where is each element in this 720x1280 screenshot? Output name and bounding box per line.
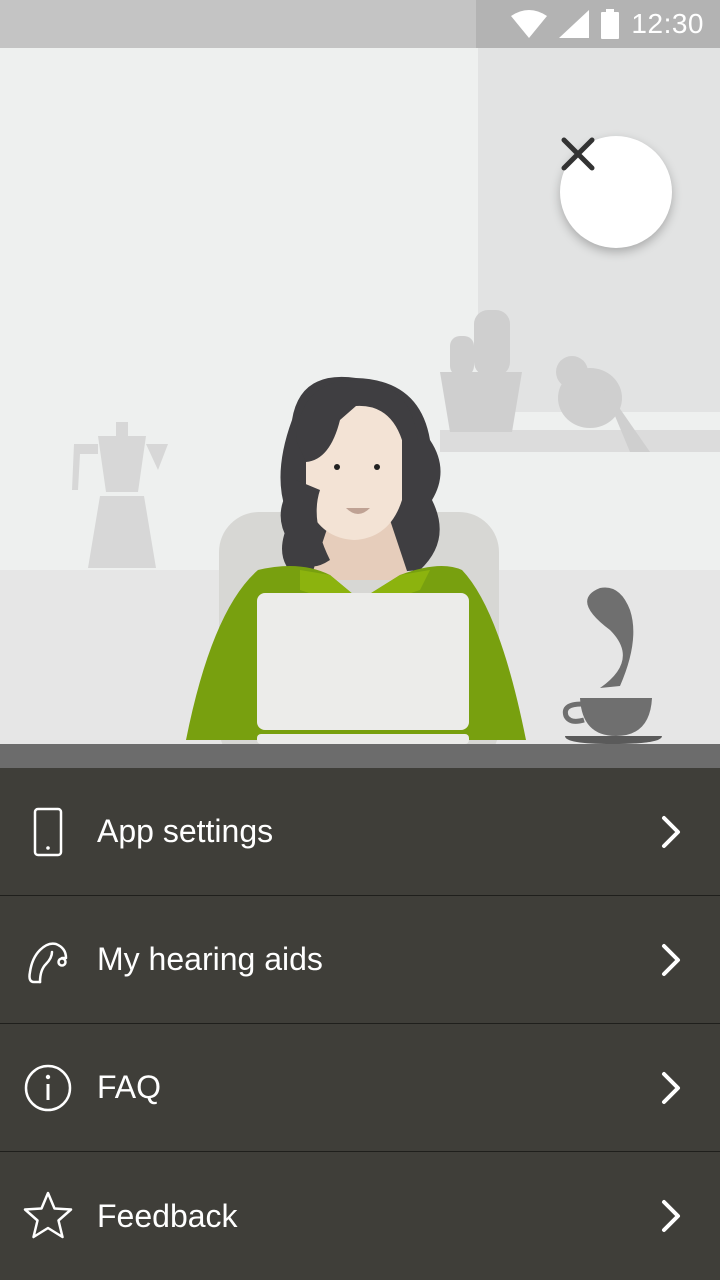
hearing-aid-icon	[28, 942, 68, 984]
status-time: 12:30	[631, 8, 704, 39]
menu-item-label: FAQ	[97, 1069, 162, 1105]
hero-illustration	[0, 48, 720, 768]
signal-icon	[559, 10, 590, 38]
battery-icon	[601, 9, 620, 39]
wifi-icon	[511, 10, 548, 38]
menu-list: App settings My hearing aids FAQ Feedbac…	[0, 768, 720, 1280]
chevron-right-icon	[662, 816, 680, 848]
menu-item-label: App settings	[97, 813, 274, 849]
menu-item-feedback[interactable]: Feedback	[0, 1152, 720, 1280]
coffee-pot	[72, 422, 168, 568]
close-button[interactable]	[560, 136, 672, 248]
menu-item-label: My hearing aids	[97, 941, 323, 977]
chevron-right-icon	[662, 1072, 680, 1104]
close-icon	[561, 137, 595, 171]
menu-item-label: Feedback	[97, 1197, 238, 1234]
status-icons: 12:30	[511, 0, 704, 48]
chevron-right-icon	[662, 944, 680, 976]
star-icon	[23, 1191, 73, 1239]
chevron-right-icon	[662, 1200, 680, 1232]
phone-icon	[33, 807, 63, 857]
status-bar: 12:30	[0, 0, 720, 48]
menu-item-my-hearing-aids[interactable]: My hearing aids	[0, 896, 720, 1024]
menu-item-app-settings[interactable]: App settings	[0, 768, 720, 896]
info-icon	[24, 1064, 72, 1112]
menu-item-faq[interactable]: FAQ	[0, 1024, 720, 1152]
